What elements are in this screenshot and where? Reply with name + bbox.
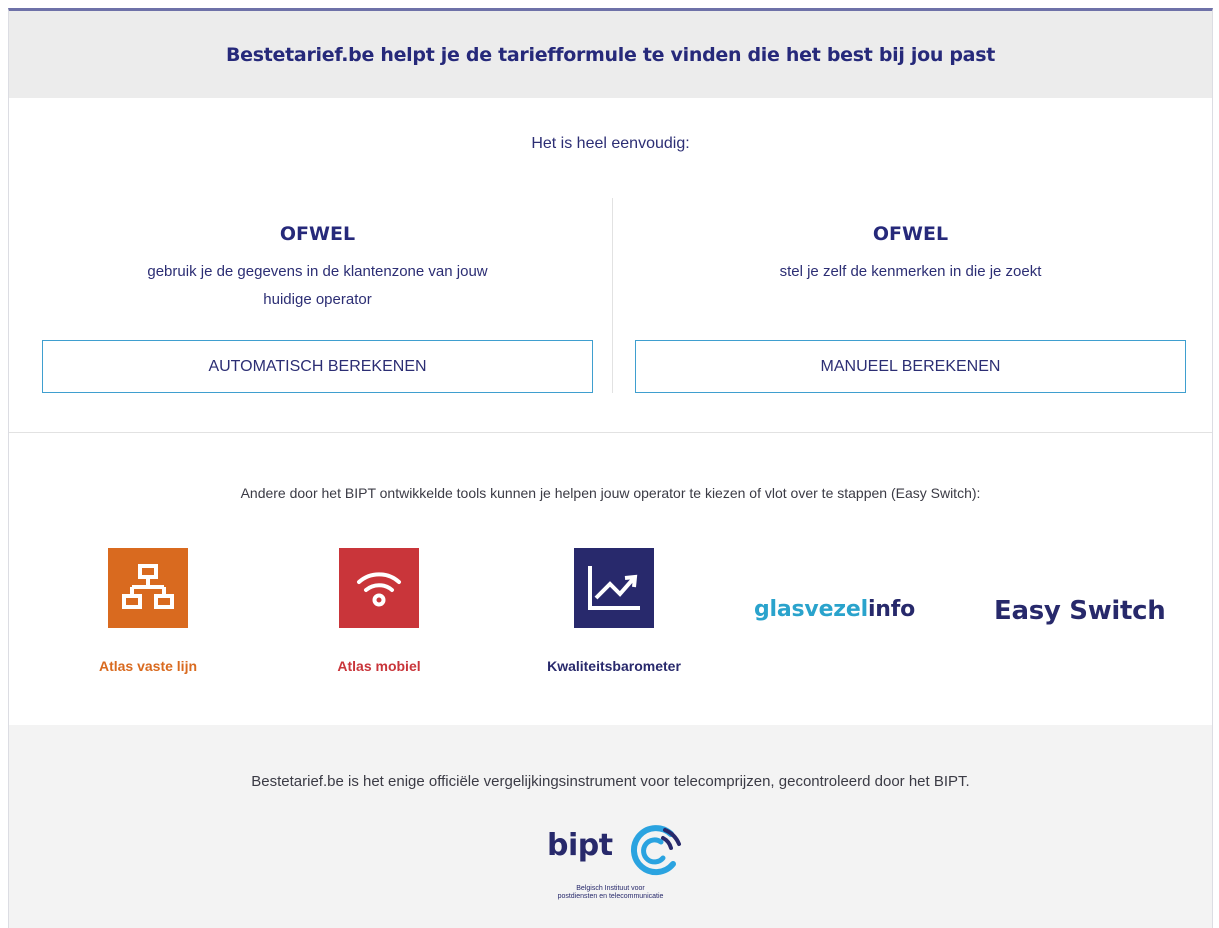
option-description: gebruik je de gegevens in de klantenzone… [147, 263, 488, 308]
tool-label: Kwaliteitsbarometer [547, 658, 681, 674]
tool-label: Atlas vaste lijn [98, 658, 198, 674]
bipt-logo[interactable]: bipt [545, 822, 685, 882]
option-description: stel je zelf de kenmerken in die je zoek… [779, 263, 1042, 280]
quality-barometer-link[interactable]: Kwaliteitsbarometer [529, 548, 699, 674]
automatic-calculate-button[interactable]: AUTOMATISCH BEREKENEN [42, 340, 593, 393]
option-heading: OFWEL [279, 223, 356, 245]
footer-text: Bestetarief.be is het enige officiële ve… [251, 773, 970, 790]
bipt-logo-subtitle: Belgisch Instituut voor postdiensten en … [557, 885, 664, 900]
column-divider [612, 198, 613, 393]
page-title: Bestetarief.be helpt je de tariefformule… [226, 43, 995, 66]
network-icon [108, 548, 188, 628]
atlas-mobile-link[interactable]: Atlas mobiel [311, 548, 447, 674]
easy-switch-link[interactable]: Easy Switch [994, 596, 1166, 626]
tools-intro-text: Andere door het BIPT ontwikkelde tools k… [240, 485, 981, 501]
manual-calculate-button[interactable]: MANUEEL BEREKENEN [635, 340, 1186, 393]
glasvezel-logo-part: glasvezel [754, 597, 868, 622]
header-banner: Bestetarief.be helpt je de tariefformule… [9, 11, 1212, 98]
option-manual: OFWEL stel je zelf de kenmerken in die j… [635, 219, 1186, 322]
bipt-signal-icon [630, 825, 681, 876]
bipt-logo-word: bipt [547, 828, 613, 863]
atlas-fixed-line-link[interactable]: Atlas vaste lijn [80, 548, 216, 674]
glasvezelinfo-link[interactable]: glasvezelinfo [754, 597, 915, 622]
intro-text: Het is heel eenvoudig: [531, 135, 690, 152]
option-automatic: OFWEL gebruik je de gegevens in de klant… [42, 219, 593, 322]
option-heading: OFWEL [872, 223, 949, 245]
footer: Bestetarief.be is het enige officiële ve… [9, 725, 1212, 928]
section-divider [9, 432, 1212, 433]
trend-chart-icon [574, 548, 654, 628]
wifi-icon [339, 548, 419, 628]
tool-label: Atlas mobiel [337, 658, 421, 674]
page-frame: Bestetarief.be helpt je de tariefformule… [8, 8, 1213, 928]
info-logo-part: info [867, 597, 916, 622]
